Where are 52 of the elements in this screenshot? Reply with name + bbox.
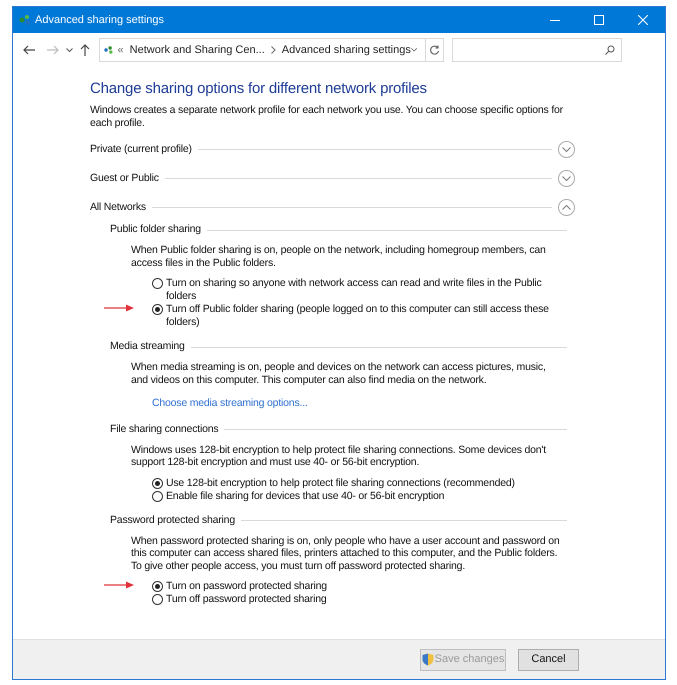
- profile-header[interactable]: Guest or Public: [90, 170, 159, 186]
- breadcrumb-item[interactable]: Network and Sharing Cen...: [130, 42, 265, 58]
- media-streaming-link[interactable]: Choose media streaming options...: [152, 396, 308, 412]
- overflow-chevron[interactable]: «: [118, 42, 124, 58]
- radio-label[interactable]: Turn on sharing so anyone with network access can read and write files in the Public folders: [166, 277, 567, 303]
- chevron-down-icon: [66, 48, 72, 52]
- chevron-right-icon: [270, 46, 276, 54]
- refresh-icon: [428, 44, 440, 56]
- description-text: When media streaming is on, people and devices on the network can access pictures, music, and videos on this computer. This computer can also find media on the network.: [130, 361, 547, 386]
- chevron-down-icon: [562, 147, 571, 152]
- page-heading: Change sharing options for different network profiles: [90, 79, 428, 99]
- radio-button[interactable]: [152, 594, 163, 606]
- description-text: When Public folder sharing is on, people on the network, including homegroup members, can access files in the Public folders.: [130, 244, 547, 269]
- window-title: Advanced sharing settings: [35, 12, 164, 28]
- network-icon: [104, 44, 114, 56]
- search-field[interactable]: [452, 38, 622, 62]
- radio-label[interactable]: Turn on password protected sharing: [166, 580, 327, 594]
- profile-header[interactable]: Private (current profile): [90, 142, 192, 158]
- back-arrow-icon: [23, 45, 35, 55]
- profile-header[interactable]: All Networks: [90, 200, 146, 216]
- section-header: Password protected sharing: [110, 512, 235, 528]
- up-arrow-icon: [80, 44, 90, 56]
- radio-button[interactable]: [152, 304, 163, 315]
- radio-label[interactable]: Turn off password protected sharing: [166, 593, 327, 606]
- chevron-up-icon: [562, 205, 571, 210]
- chevron-down-icon[interactable]: [410, 47, 417, 53]
- expand-button[interactable]: [558, 141, 575, 158]
- expand-button[interactable]: [558, 170, 575, 187]
- address-bar[interactable]: « Network and Sharing Cen... Advanced sharing settings: [99, 38, 444, 62]
- radio-label[interactable]: Use 128-bit encryption to help protect file sharing connections (recommended): [166, 476, 515, 490]
- maximize-icon: [594, 15, 604, 25]
- radio-button[interactable]: [152, 490, 163, 502]
- network-icon: [19, 14, 31, 26]
- radio-button[interactable]: [152, 581, 163, 592]
- search-icon: [605, 45, 615, 55]
- collapse-button[interactable]: [558, 199, 575, 216]
- radio-label[interactable]: Turn off Public folder sharing (people logged on to this computer can still access these folders): [166, 303, 567, 329]
- close-icon: [638, 15, 648, 25]
- radio-label[interactable]: Enable file sharing for devices that use 40- or 56-bit encryption: [166, 490, 444, 503]
- radio-button[interactable]: [152, 278, 163, 289]
- shield-icon: [422, 653, 434, 666]
- section-header: Media streaming: [110, 339, 185, 354]
- description-text: When password protected sharing is on, only people who have a user account and password on this computer can access shared files, printers attached to this computer, and the Public folders. To give other people access, you must turn off password protected sharing.: [130, 534, 561, 572]
- cancel-button[interactable]: Cancel: [518, 648, 579, 670]
- chevron-down-icon: [562, 176, 571, 181]
- breadcrumb-item[interactable]: Advanced sharing settings: [282, 42, 411, 58]
- intro-text: Windows creates a separate network profile for each network you use. You can choose specific options for each profile.: [90, 104, 564, 129]
- forward-arrow-icon: [47, 45, 59, 55]
- description-text: Windows uses 128-bit encryption to help protect file sharing connections. Some devices don't support 128-bit encryption and must use 40- or 56-bit encryption.: [130, 444, 548, 469]
- radio-button[interactable]: [152, 478, 163, 489]
- section-header: Public folder sharing: [110, 222, 201, 238]
- section-header: File sharing connections: [110, 422, 218, 437]
